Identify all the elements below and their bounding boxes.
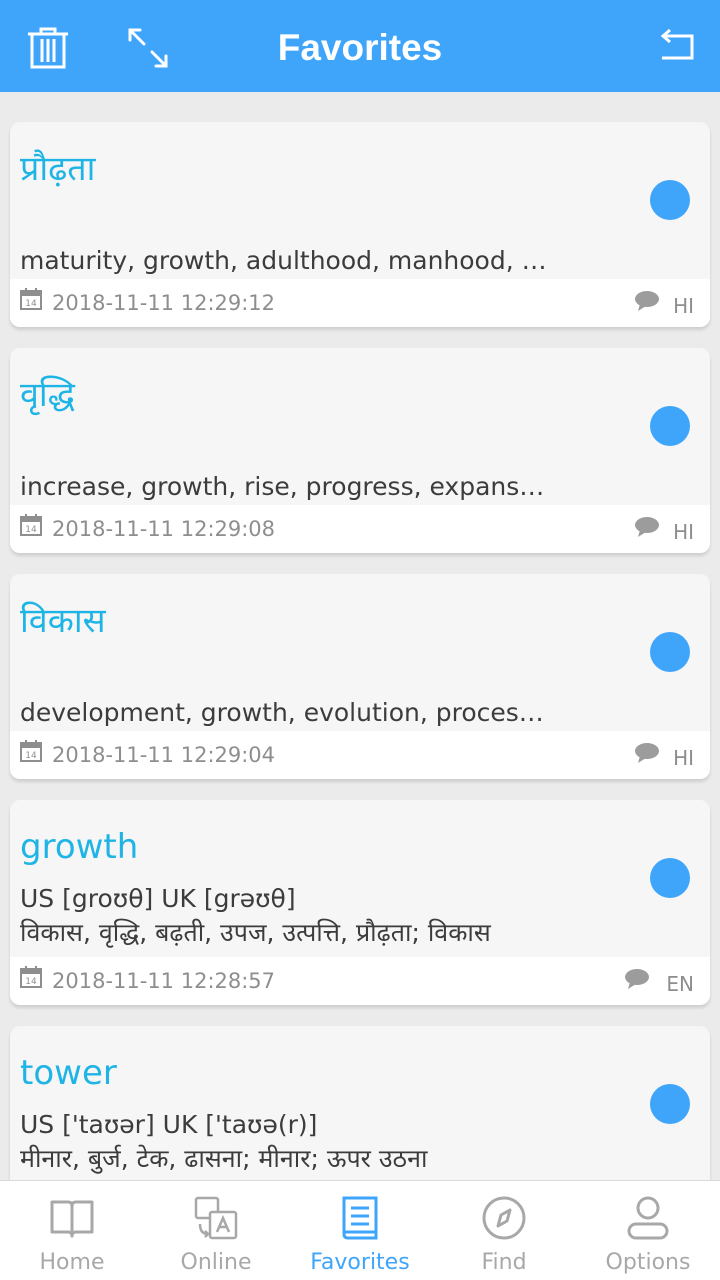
- favorite-word: tower: [20, 1053, 117, 1093]
- bottom-tab-bar: Home Online Favorites Find Options: [0, 1180, 720, 1280]
- compass-icon: [482, 1196, 526, 1240]
- user-icon: [627, 1196, 669, 1240]
- svg-text:14: 14: [25, 977, 37, 987]
- tab-label: Online: [180, 1250, 252, 1275]
- favorite-phonetic: US ['taʊər] UK ['taʊə(r)]: [20, 1110, 318, 1139]
- favorite-meaning: increase, growth, rise, progress, expans…: [20, 472, 550, 501]
- calendar-icon: 14: [20, 966, 42, 988]
- card-footer: 14 2018-11-11 12:29:08 HI: [10, 505, 710, 553]
- select-dot[interactable]: [650, 858, 690, 898]
- svg-text:14: 14: [25, 751, 37, 761]
- favorite-word: विकास: [20, 601, 106, 641]
- select-dot[interactable]: [650, 180, 690, 220]
- language-code: HI: [673, 746, 694, 770]
- back-button[interactable]: [650, 22, 702, 74]
- book-icon: [50, 1200, 94, 1238]
- favorite-date: 2018-11-11 12:28:57: [52, 969, 276, 993]
- speech-bubble-icon: [635, 291, 659, 311]
- favorite-date: 2018-11-11 12:29:08: [52, 517, 276, 541]
- favorite-card[interactable]: प्रौढ़ता maturity, growth, adulthood, ma…: [10, 122, 710, 327]
- page-title: Favorites: [277, 27, 443, 68]
- card-footer: 14 2018-11-11 12:29:12 HI: [10, 279, 710, 327]
- favorite-card[interactable]: tower US ['taʊər] UK ['taʊə(r)] मीनार, ब…: [10, 1026, 710, 1180]
- favorite-word: प्रौढ़ता: [20, 149, 96, 189]
- calendar-icon: 14: [20, 514, 42, 536]
- favorite-meaning: development, growth, evolution, process,…: [20, 698, 550, 727]
- favorite-date: 2018-11-11 12:29:04: [52, 743, 276, 767]
- tab-label: Favorites: [310, 1250, 410, 1275]
- favorite-card[interactable]: growth US [groʊθ] UK [grəʊθ] विकास, वृद्…: [10, 800, 710, 1005]
- tab-label: Options: [605, 1250, 691, 1275]
- svg-text:14: 14: [25, 525, 37, 535]
- speech-bubble-icon: [625, 969, 649, 989]
- language-code: HI: [673, 520, 694, 544]
- favorites-list[interactable]: प्रौढ़ता maturity, growth, adulthood, ma…: [0, 92, 720, 1180]
- tab-favorites[interactable]: Favorites: [288, 1181, 432, 1280]
- select-dot[interactable]: [650, 406, 690, 446]
- favorite-meaning: maturity, growth, adulthood, manhood, m.…: [20, 246, 550, 275]
- tab-options[interactable]: Options: [576, 1181, 720, 1280]
- return-icon: [660, 28, 694, 60]
- favorite-card[interactable]: विकास development, growth, evolution, pr…: [10, 574, 710, 779]
- tab-find[interactable]: Find: [432, 1181, 576, 1280]
- favorite-date: 2018-11-11 12:29:12: [52, 291, 276, 315]
- favorites-icon: [342, 1196, 378, 1240]
- favorite-phonetic: US [groʊθ] UK [grəʊθ]: [20, 884, 296, 913]
- favorite-word: वृद्धि: [20, 375, 75, 415]
- card-footer: 14 2018-11-11 12:29:04 HI: [10, 731, 710, 779]
- speech-bubble-icon: [635, 743, 659, 763]
- svg-text:14: 14: [25, 299, 37, 309]
- language-code: HI: [673, 294, 694, 318]
- language-code: EN: [666, 972, 694, 996]
- app-header: Favorites: [0, 0, 720, 92]
- card-footer: 14 2018-11-11 12:28:57 EN: [10, 957, 710, 1005]
- favorite-meaning: विकास, वृद्धि, बढ़ती, उपज, उत्पत्ति, प्र…: [20, 918, 491, 947]
- tab-home[interactable]: Home: [0, 1181, 144, 1280]
- speech-bubble-icon: [635, 517, 659, 537]
- calendar-icon: 14: [20, 288, 42, 310]
- favorite-card[interactable]: वृद्धि increase, growth, rise, progress,…: [10, 348, 710, 553]
- calendar-icon: 14: [20, 740, 42, 762]
- favorite-meaning: मीनार, बुर्ज, टेक, ढासना; मीनार; ऊपर उठन…: [20, 1144, 428, 1173]
- tab-online[interactable]: Online: [144, 1181, 288, 1280]
- select-dot[interactable]: [650, 1084, 690, 1124]
- favorite-word: growth: [20, 827, 139, 867]
- translate-icon: [194, 1196, 238, 1240]
- tab-label: Home: [39, 1250, 105, 1275]
- tab-label: Find: [481, 1250, 527, 1275]
- select-dot[interactable]: [650, 632, 690, 672]
